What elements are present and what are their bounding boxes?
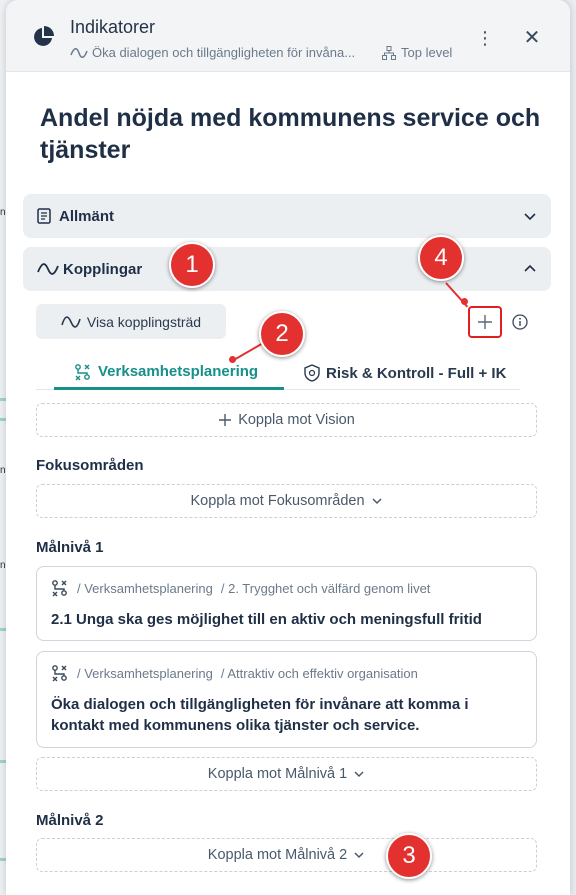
link-wave-icon: [70, 47, 88, 58]
link-malniva2-dropdown[interactable]: Koppla mot Målnivå 2: [36, 838, 537, 872]
annotation-pointer-dot: [461, 298, 468, 305]
info-icon[interactable]: [512, 314, 528, 330]
goal-breadcrumb: / Verksamhetsplanering / 2. Trygghet och…: [51, 579, 522, 597]
level-indicator[interactable]: Top level: [382, 45, 452, 60]
goal-title: 2.1 Unga ska ges möjlighet till en aktiv…: [51, 611, 482, 628]
chevron-down-icon: [354, 852, 364, 859]
chevron-down-icon: [354, 771, 364, 778]
panel-header: Indikatorer Öka dialogen och tillgänglig…: [6, 0, 570, 72]
chevron-up-icon: [524, 264, 536, 272]
section-kopplingar-label: Kopplingar: [63, 260, 143, 278]
plus-icon: [478, 315, 492, 329]
shield-icon: [304, 364, 320, 382]
verksamhet-icon: [52, 665, 67, 682]
section-allmant[interactable]: Allmänt: [23, 194, 551, 238]
pie-chart-icon: [34, 26, 54, 46]
annotation-badge-4: 4: [418, 235, 464, 281]
close-icon[interactable]: ✕: [522, 28, 542, 48]
annotation-badge-3: 3: [386, 833, 432, 879]
breadcrumb-root: / Verksamhetsplanering: [77, 665, 213, 681]
verksamhet-icon: [52, 580, 67, 597]
page-title: Andel nöjda med kommunens service och tj…: [40, 104, 541, 164]
link-malniva2-label: Koppla mot Målnivå 2: [207, 847, 348, 863]
tab-bar: Verksamhetsplanering Risk & Kontroll - F…: [36, 356, 520, 390]
show-link-tree-label: Visa kopplingsträd: [86, 313, 202, 330]
plus-icon: [219, 414, 232, 426]
annotation-badge-1: 1: [169, 242, 215, 288]
chevron-down-icon: [372, 498, 382, 505]
link-vision-button[interactable]: Koppla mot Vision: [36, 403, 537, 437]
breadcrumb-parent: / 2. Trygghet och välfärd genom livet: [220, 580, 431, 596]
breadcrumb-parent: / Attraktiv och effektiv organisation: [220, 665, 418, 681]
link-fokusomraden-dropdown[interactable]: Koppla mot Fokusområden: [36, 484, 537, 518]
subtitle-text: Öka dialogen och tillgängligheten för in…: [92, 45, 356, 60]
linked-goal-card[interactable]: / Verksamhetsplanering / 2. Trygghet och…: [36, 566, 537, 641]
background-text-fragment: n: [0, 465, 6, 476]
add-link-button[interactable]: [468, 306, 502, 338]
hierarchy-icon: [382, 45, 396, 60]
link-wave-icon: [37, 263, 59, 275]
breadcrumb-root: / Verksamhetsplanering: [77, 580, 213, 596]
tab-risk-kontroll-label: Risk & Kontroll - Full + IK: [326, 364, 507, 382]
panel-title: Indikatorer: [70, 17, 156, 37]
kebab-menu-icon[interactable]: ⋮: [476, 28, 494, 48]
fokusomraden-heading: Fokusområden: [36, 457, 144, 474]
link-malniva1-label: Koppla mot Målnivå 1: [207, 766, 348, 782]
section-kopplingar[interactable]: Kopplingar: [23, 247, 551, 291]
document-icon: [37, 208, 51, 224]
level-text: Top level: [401, 45, 453, 60]
link-vision-label: Koppla mot Vision: [238, 412, 355, 428]
goal-breadcrumb: / Verksamhetsplanering / Attraktiv och e…: [51, 664, 522, 682]
annotation-badge-2: 2: [259, 311, 305, 357]
annotation-pointer-dot: [229, 356, 236, 363]
verksamhet-icon: [75, 363, 90, 380]
show-link-tree-button[interactable]: Visa kopplingsträd: [36, 304, 226, 339]
background-text-fragment: n: [0, 207, 6, 218]
indicator-panel: Indikatorer Öka dialogen och tillgänglig…: [6, 0, 570, 895]
malniva2-heading: Målnivå 2: [36, 812, 104, 829]
panel-subtitle[interactable]: Öka dialogen och tillgängligheten för in…: [70, 45, 370, 60]
background-text-fragment: n: [0, 560, 6, 571]
section-allmant-label: Allmänt: [59, 207, 115, 225]
tab-verksamhetsplanering[interactable]: Verksamhetsplanering: [54, 356, 284, 390]
chevron-down-icon: [524, 213, 536, 221]
goal-title: Öka dialogen och tillgängligheten för in…: [51, 696, 469, 734]
linked-goal-card[interactable]: / Verksamhetsplanering / Attraktiv och e…: [36, 651, 537, 748]
link-wave-icon: [61, 315, 81, 328]
link-malniva1-dropdown[interactable]: Koppla mot Målnivå 1: [36, 757, 537, 791]
malniva1-heading: Målnivå 1: [36, 539, 104, 556]
tab-risk-kontroll[interactable]: Risk & Kontroll - Full + IK: [304, 356, 506, 390]
link-fokusomraden-label: Koppla mot Fokusområden: [190, 493, 365, 509]
tab-verksamhetsplanering-label: Verksamhetsplanering: [98, 363, 259, 380]
